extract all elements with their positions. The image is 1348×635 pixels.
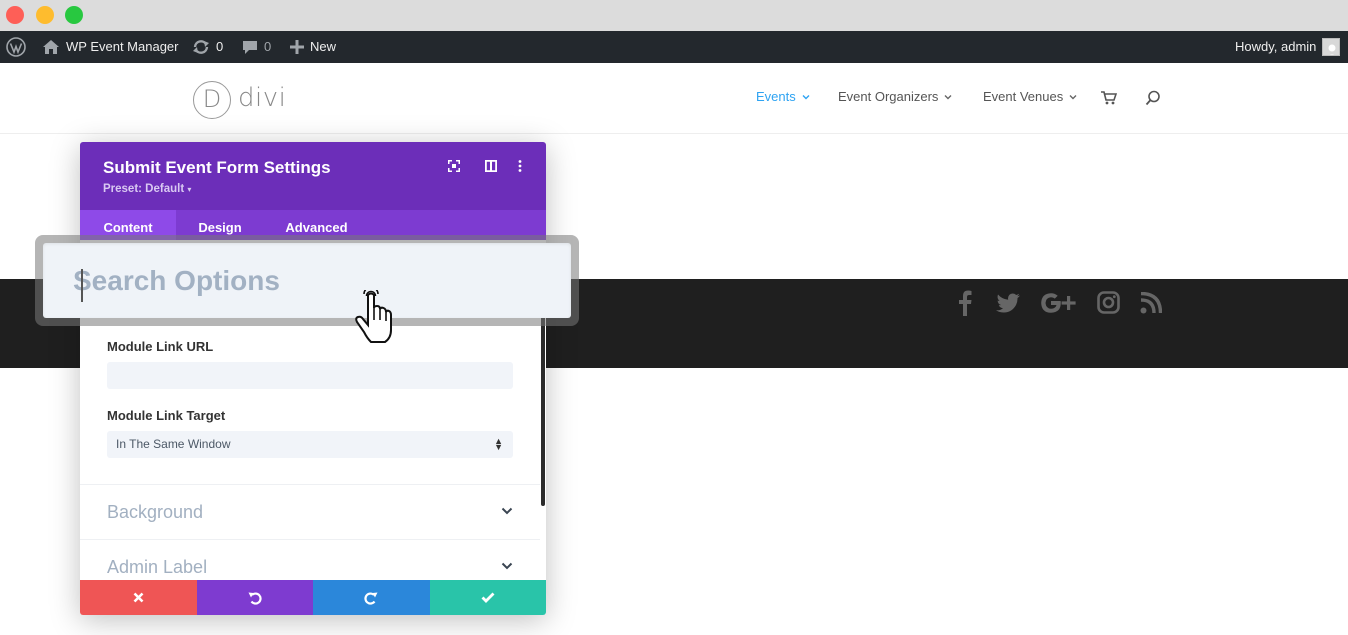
window-titlebar — [0, 0, 1348, 31]
hand-pointer-cursor-icon — [355, 290, 392, 343]
redo-icon — [364, 591, 378, 605]
minimize-window-button[interactable] — [36, 6, 54, 24]
nav-item-events[interactable]: Events — [756, 89, 810, 104]
modal-scrollbar[interactable] — [541, 312, 545, 506]
site-header: D divi Events Event Organizers Event Ven… — [0, 63, 1348, 134]
comments-link[interactable]: 0 — [242, 31, 271, 63]
home-icon — [43, 40, 59, 54]
caret-down-icon: ▾ — [187, 185, 192, 194]
section-background[interactable]: Background — [80, 484, 540, 539]
rss-icon[interactable] — [1140, 292, 1162, 314]
discard-button[interactable] — [80, 580, 197, 615]
module-settings-modal: Submit Event Form Settings Preset: Defau… — [80, 142, 546, 615]
undo-icon — [248, 591, 262, 605]
comment-icon — [243, 41, 257, 54]
nav-item-label: Event Venues — [983, 89, 1064, 104]
updates-link[interactable]: 0 — [192, 31, 223, 63]
user-avatar-icon — [1328, 44, 1336, 55]
modal-footer — [80, 580, 546, 615]
search-options-field — [43, 243, 571, 318]
chevron-down-icon — [1069, 94, 1077, 99]
account-menu[interactable]: Howdy, admin — [1235, 31, 1341, 63]
module-link-target-label: Module Link Target — [107, 408, 226, 423]
select-arrows-icon: ▲ ▼ — [494, 436, 503, 452]
save-button[interactable] — [429, 580, 546, 615]
modal-header: Submit Event Form Settings Preset: Defau… — [80, 142, 546, 210]
checkmark-icon — [481, 592, 495, 603]
chevron-down-icon — [944, 94, 952, 99]
facebook-icon[interactable] — [958, 290, 972, 316]
plus-icon — [290, 40, 304, 54]
nav-item-label: Events — [756, 89, 796, 104]
search-options-zoom — [35, 235, 579, 326]
close-window-button[interactable] — [6, 6, 24, 24]
more-options-icon[interactable] — [518, 160, 522, 172]
nav-item-event-venues[interactable]: Event Venues — [983, 89, 1077, 104]
wordpress-logo-button[interactable] — [6, 31, 26, 63]
site-name-label: WP Event Manager — [66, 39, 179, 54]
updates-count: 0 — [216, 39, 224, 54]
wp-admin-bar: WP Event Manager 0 0 New Howdy, admin — [0, 31, 1348, 63]
nav-item-event-organizers[interactable]: Event Organizers — [838, 89, 952, 104]
preset-label: Preset: Default — [103, 183, 185, 195]
chevron-down-icon — [501, 562, 513, 570]
site-name-link[interactable]: WP Event Manager — [42, 31, 178, 63]
select-value: In The Same Window — [116, 437, 231, 451]
module-link-url-input[interactable] — [107, 362, 513, 389]
twitter-icon[interactable] — [996, 293, 1021, 313]
comments-count: 0 — [264, 39, 272, 54]
instagram-icon[interactable] — [1097, 291, 1120, 314]
divi-logo-text[interactable]: divi — [238, 83, 286, 113]
chevron-down-icon — [802, 94, 810, 99]
split-view-icon[interactable] — [485, 160, 497, 172]
refresh-icon — [193, 40, 209, 54]
chevron-down-icon — [501, 507, 513, 515]
text-caret — [81, 269, 83, 302]
search-icon[interactable] — [1145, 90, 1161, 106]
wordpress-icon — [6, 37, 26, 57]
module-link-url-label: Module Link URL — [107, 339, 214, 354]
redo-button[interactable] — [313, 580, 430, 615]
modal-title: Submit Event Form Settings — [103, 158, 331, 177]
module-link-target-select[interactable]: In The Same Window ▲ ▼ — [107, 431, 513, 458]
section-title: Admin Label — [107, 557, 208, 577]
greeting-label: Howdy, admin — [1235, 39, 1317, 54]
section-title: Background — [107, 502, 204, 522]
new-content-link[interactable]: New — [290, 31, 336, 63]
google-plus-icon[interactable] — [1040, 292, 1078, 314]
search-options-input[interactable] — [73, 263, 533, 299]
avatar — [1322, 38, 1341, 56]
undo-button[interactable] — [196, 580, 313, 615]
preset-dropdown[interactable]: Preset: Default ▾ — [103, 183, 191, 195]
nav-item-label: Event Organizers — [838, 89, 939, 104]
fullscreen-icon[interactable] — [448, 160, 460, 172]
close-icon — [133, 592, 144, 603]
maximize-window-button[interactable] — [65, 6, 83, 24]
cart-icon[interactable] — [1101, 91, 1117, 105]
new-label: New — [310, 39, 337, 54]
divi-logo-mark[interactable]: D — [193, 81, 231, 119]
